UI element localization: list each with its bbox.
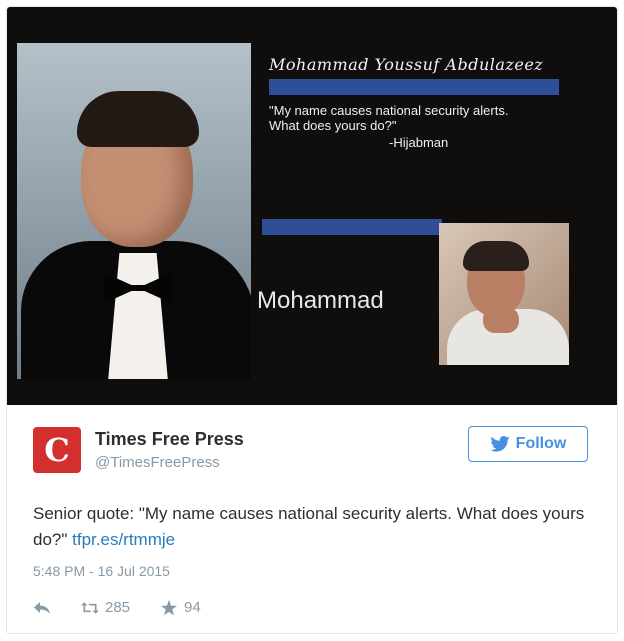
tweet-body: C Times Free Press @TimesFreePress Follo…: [7, 405, 617, 633]
tweet-photo[interactable]: Mohammad Youssuf Abdulazeez "My name cau…: [7, 7, 617, 405]
follow-label: Follow: [515, 435, 567, 452]
author-name[interactable]: Times Free Press: [95, 429, 244, 450]
yearbook-accent-bar: [269, 79, 559, 95]
reply-button[interactable]: [33, 600, 51, 616]
tweet-text: Senior quote: "My name causes national s…: [33, 501, 593, 553]
yearbook-accent-bar-2: [262, 219, 442, 235]
favorite-star-icon: [161, 599, 178, 615]
yearbook-first-name: Mohammad: [257, 287, 384, 314]
tweet-timestamp[interactable]: 5:48 PM - 16 Jul 2015: [33, 563, 170, 579]
retweet-button[interactable]: 285: [81, 599, 130, 616]
author-avatar[interactable]: C: [33, 427, 81, 473]
retweet-icon: [81, 601, 99, 614]
casual-hair-shape: [463, 241, 529, 271]
tweet-card: Mohammad Youssuf Abdulazeez "My name cau…: [6, 6, 618, 634]
senior-portrait-photo: [17, 43, 251, 379]
twitter-bird-icon: [490, 436, 510, 452]
tweet-link[interactable]: tfpr.es/rtmmje: [72, 530, 175, 549]
casual-portrait-photo: [439, 223, 569, 365]
favorite-count: 94: [184, 599, 201, 616]
reply-icon: [34, 601, 50, 614]
follow-button[interactable]: Follow: [468, 426, 588, 462]
author-handle[interactable]: @TimesFreePress: [95, 454, 220, 471]
tweet-actions: 285 94: [33, 599, 201, 616]
hand-shape: [483, 307, 519, 333]
yearbook-quote-attribution: -Hijabman: [389, 135, 449, 150]
retweet-count: 285: [105, 599, 131, 616]
avatar-letter: C: [44, 431, 70, 469]
yearbook-quote: "My name causes national security alerts…: [269, 103, 509, 133]
hair-shape: [77, 91, 199, 147]
favorite-button[interactable]: 94: [160, 599, 201, 616]
yearbook-full-name: Mohammad Youssuf Abdulazeez: [269, 55, 544, 74]
